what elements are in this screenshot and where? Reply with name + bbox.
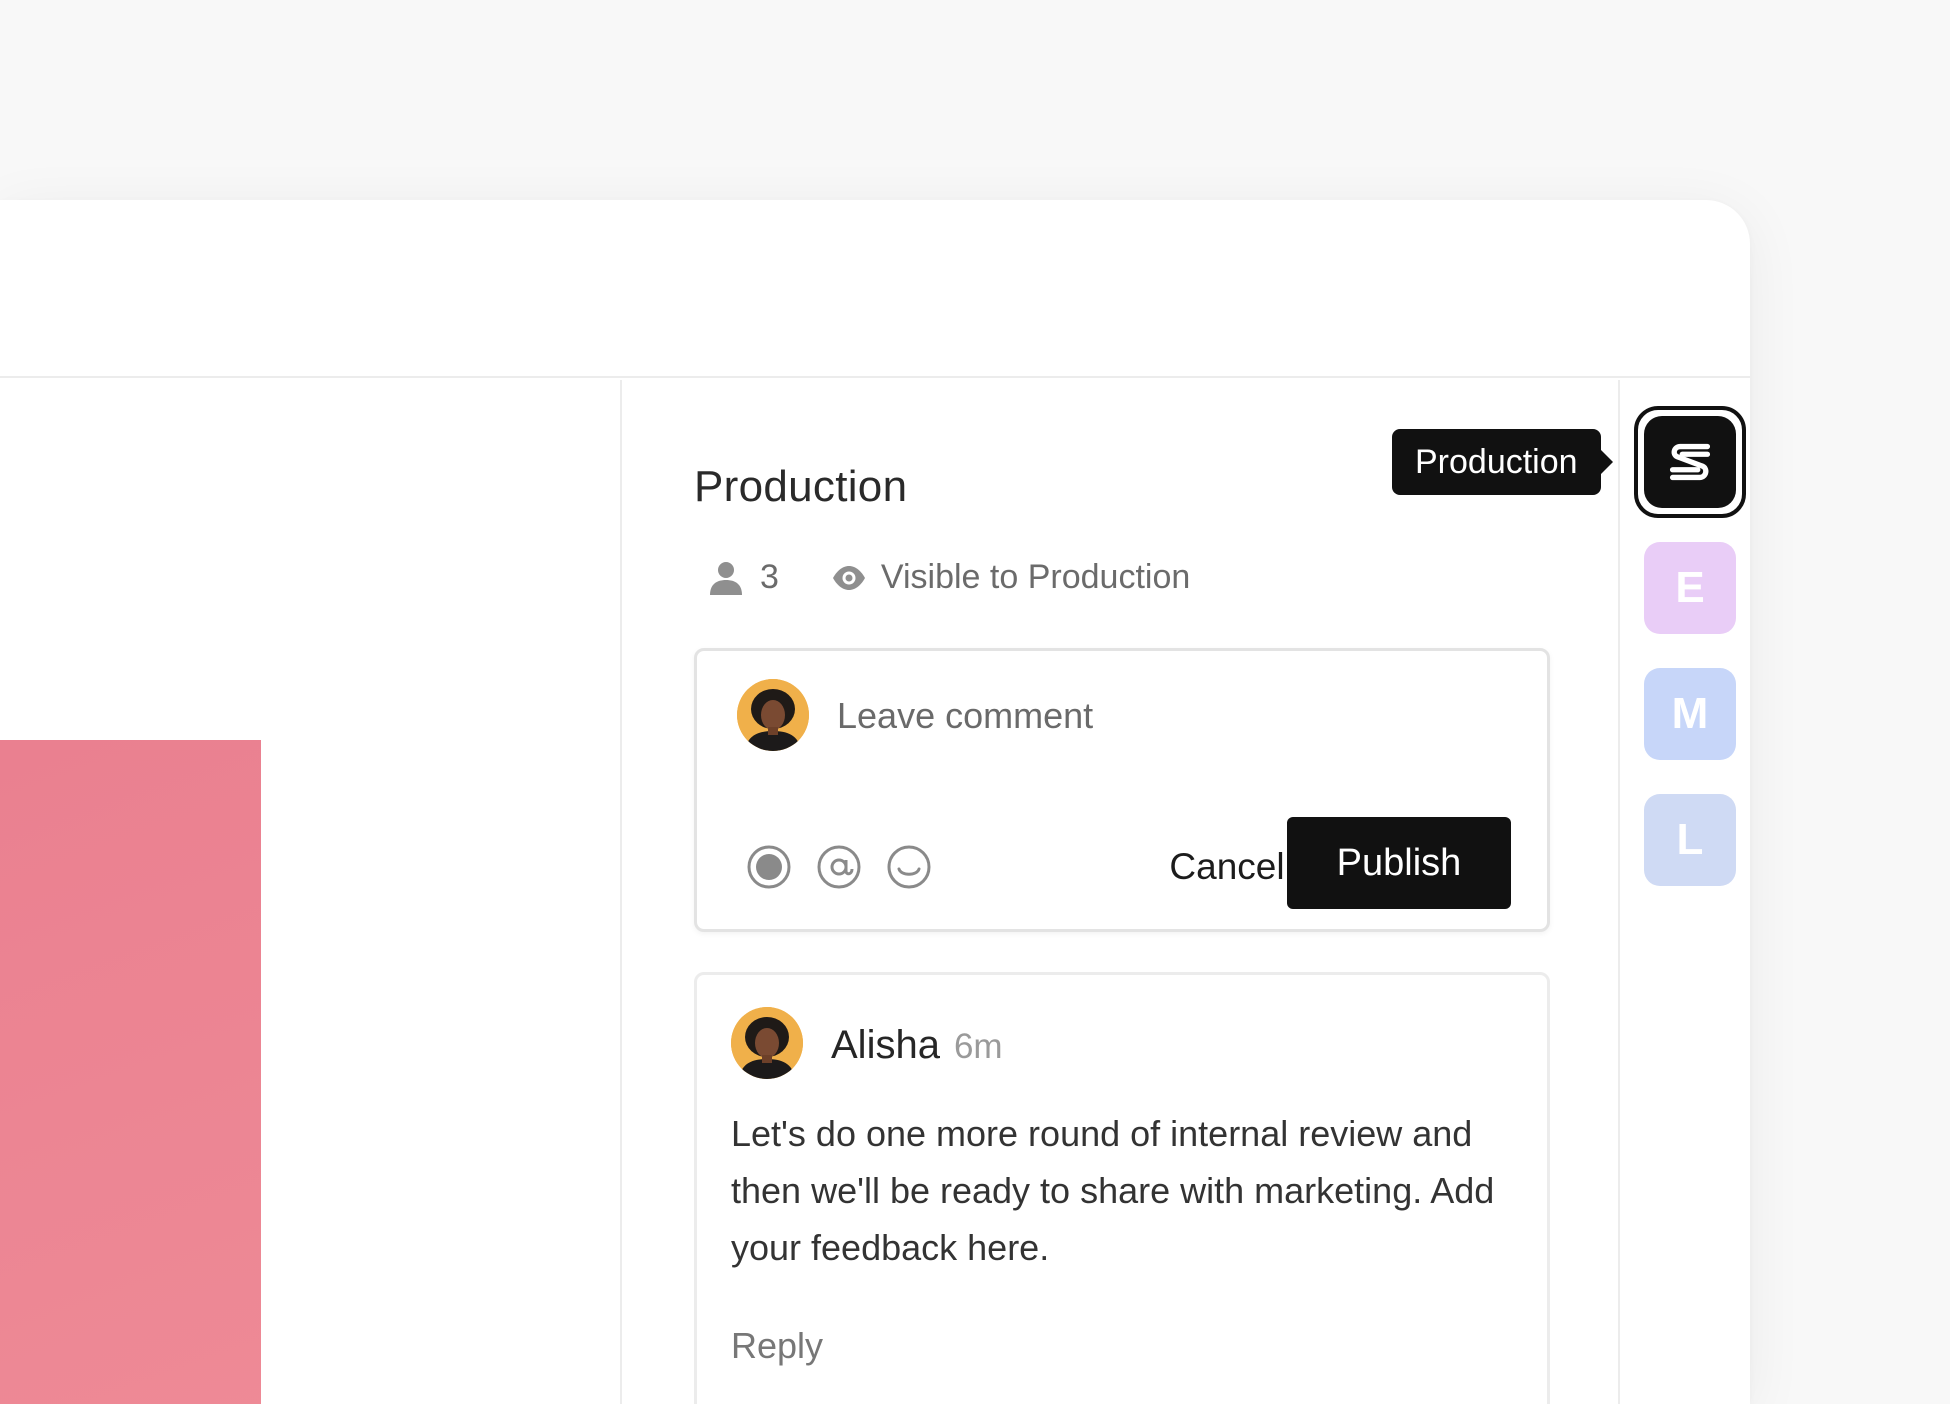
panel-meta: 3 Visible to Production xyxy=(708,558,1190,597)
rail-item-letter: E xyxy=(1675,563,1705,612)
comment-author: Alisha xyxy=(831,1023,940,1067)
avatar xyxy=(731,1007,803,1079)
comment-header: Alisha 6m xyxy=(831,1023,1003,1068)
comment-composer: Cancel Publish xyxy=(694,648,1550,932)
publish-button[interactable]: Publish xyxy=(1287,817,1511,909)
emoji-icon[interactable] xyxy=(885,843,933,891)
s-logo-icon xyxy=(1669,443,1711,481)
composer-tools xyxy=(745,843,933,891)
comment-input[interactable] xyxy=(837,691,1517,741)
comments-panel: Production 3 Visible to Production Leave… xyxy=(624,380,1620,1404)
user-icon xyxy=(710,561,742,595)
record-icon[interactable] xyxy=(745,843,793,891)
comment-card: Alisha 6m Let's do one more round of int… xyxy=(694,972,1550,1404)
canvas-shape[interactable] xyxy=(0,740,261,1404)
channel-tooltip: Production xyxy=(1392,429,1613,495)
app-window: Production 3 Visible to Production Leave… xyxy=(0,200,1750,1404)
canvas-area xyxy=(0,380,622,1404)
rail-item-letter: L xyxy=(1676,815,1704,864)
visibility-label: Visible to Production xyxy=(880,558,1191,596)
rail-item-production[interactable] xyxy=(1634,406,1746,518)
avatar-photo-icon xyxy=(731,1007,803,1079)
eye-icon xyxy=(832,565,865,590)
avatar xyxy=(737,679,809,751)
comment-body: Let's do one more round of internal revi… xyxy=(731,1113,1495,1268)
panel-title: Production xyxy=(694,462,908,511)
reply-button[interactable]: Reply xyxy=(731,1325,823,1367)
mention-icon[interactable] xyxy=(815,843,863,891)
comment-time: 6m xyxy=(953,1027,1003,1066)
rail-item-l[interactable]: L xyxy=(1644,794,1736,886)
rail-item-letter: M xyxy=(1671,689,1709,738)
top-bar xyxy=(0,200,1750,378)
member-count: 3 xyxy=(760,558,779,596)
rail-item-e[interactable]: E xyxy=(1644,542,1736,634)
avatar-photo-icon xyxy=(737,679,809,751)
rail-item-m[interactable]: M xyxy=(1644,668,1736,760)
